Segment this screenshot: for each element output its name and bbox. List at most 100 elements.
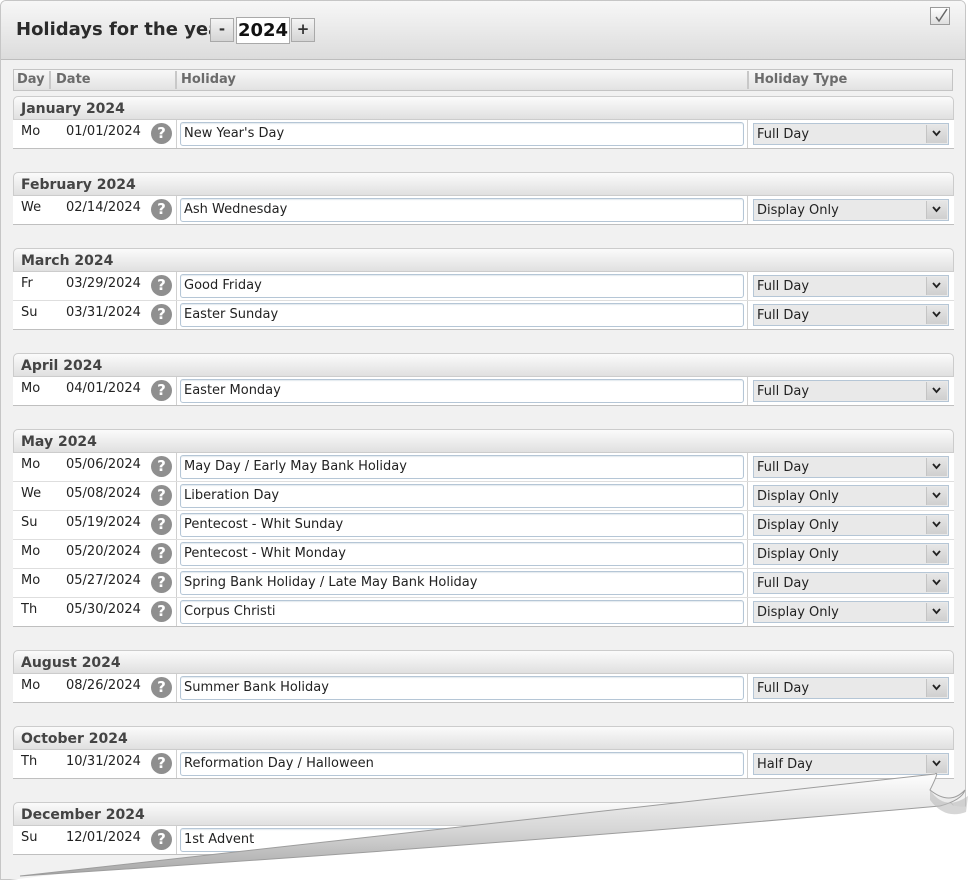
column-headers: Day Date Holiday Holiday Type <box>13 69 953 91</box>
column-header-holiday-type: Holiday Type <box>754 72 848 87</box>
help-icon[interactable]: ? <box>151 456 172 477</box>
holiday-name-input[interactable]: Easter Sunday <box>180 303 744 327</box>
chevron-down-icon[interactable] <box>926 125 947 143</box>
holiday-type-select[interactable]: Display Only <box>753 543 949 565</box>
holiday-name-input[interactable]: May Day / Early May Bank Holiday <box>180 455 744 479</box>
holiday-row: Th 10/31/2024? Reformation Day / Halloween… <box>13 750 954 779</box>
date-cell: 12/01/2024 <box>66 830 141 845</box>
column-divider <box>747 750 748 778</box>
holiday-type-select[interactable]: Full Day <box>753 275 949 297</box>
holiday-type-select[interactable]: Display Only <box>753 199 949 221</box>
holiday-name-input[interactable]: New Year's Day <box>180 122 744 146</box>
holiday-type-select[interactable]: Full Day <box>753 123 949 145</box>
year-increment-button[interactable]: + <box>291 18 315 42</box>
holiday-type-select[interactable]: Full Day <box>753 572 949 594</box>
checkbox-check-icon[interactable] <box>930 7 950 25</box>
holiday-type-select[interactable]: Full Day <box>753 456 949 478</box>
date-cell: 05/30/2024 <box>66 602 141 617</box>
holiday-row: Mo 05/27/2024? Spring Bank Holiday / Late … <box>13 569 954 598</box>
holiday-type-value: Full Day <box>757 681 810 696</box>
holiday-name-input[interactable]: Corpus Christi <box>180 600 744 624</box>
holiday-row: Su 12/01/2024? 1st Advent <box>13 826 954 855</box>
chevron-down-icon[interactable] <box>926 574 947 592</box>
holiday-type-select[interactable] <box>753 829 949 851</box>
holiday-name-input[interactable]: Liberation Day <box>180 484 744 508</box>
holiday-name-input[interactable]: Summer Bank Holiday <box>180 676 744 700</box>
holiday-name-input[interactable]: Spring Bank Holiday / Late May Bank Holi… <box>180 571 744 595</box>
chevron-down-icon[interactable] <box>926 201 947 219</box>
holiday-type-select[interactable]: Display Only <box>753 601 949 623</box>
day-cell: Su <box>21 515 38 530</box>
holiday-name-input[interactable]: Good Friday <box>180 274 744 298</box>
chevron-down-icon[interactable] <box>926 458 947 476</box>
help-icon[interactable]: ? <box>151 380 172 401</box>
chevron-down-icon[interactable] <box>926 755 947 773</box>
holiday-name-input[interactable]: Reformation Day / Halloween <box>180 752 744 776</box>
holiday-name-input[interactable]: Ash Wednesday <box>180 198 744 222</box>
year-decrement-button[interactable]: - <box>210 18 234 42</box>
holiday-type-value: Display Only <box>757 203 839 218</box>
help-icon[interactable]: ? <box>151 304 172 325</box>
holiday-type-select[interactable]: Full Day <box>753 380 949 402</box>
column-divider <box>747 826 748 854</box>
day-cell: Mo <box>21 124 41 139</box>
holiday-type-value: Full Day <box>757 576 810 591</box>
column-divider <box>176 826 177 854</box>
help-icon[interactable]: ? <box>151 572 172 593</box>
holiday-row: Th 05/30/2024? Corpus Christi Display Only <box>13 598 954 627</box>
chevron-down-icon[interactable] <box>926 679 947 697</box>
help-icon[interactable]: ? <box>151 123 172 144</box>
help-icon[interactable]: ? <box>151 199 172 220</box>
chevron-down-icon[interactable] <box>926 277 947 295</box>
column-divider[interactable] <box>175 71 177 89</box>
column-divider <box>747 301 748 329</box>
date-cell: 03/31/2024 <box>66 305 141 320</box>
day-cell: Mo <box>21 381 41 396</box>
chevron-down-icon[interactable] <box>926 516 947 534</box>
chevron-down-icon[interactable] <box>926 382 947 400</box>
day-cell: Mo <box>21 544 41 559</box>
help-icon[interactable]: ? <box>151 275 172 296</box>
holiday-type-select[interactable]: Half Day <box>753 753 949 775</box>
month-header: March 2024 <box>13 248 954 272</box>
holiday-name-input[interactable]: Pentecost - Whit Monday <box>180 542 744 566</box>
holiday-type-select[interactable]: Full Day <box>753 677 949 699</box>
column-divider <box>747 272 748 300</box>
help-icon[interactable]: ? <box>151 514 172 535</box>
holiday-type-value: Display Only <box>757 489 839 504</box>
chevron-down-icon[interactable] <box>926 487 947 505</box>
holiday-type-select[interactable]: Full Day <box>753 304 949 326</box>
page-title: Holidays for the year <box>16 19 230 40</box>
month-header: August 2024 <box>13 650 954 674</box>
date-cell: 05/19/2024 <box>66 515 141 530</box>
help-icon[interactable]: ? <box>151 543 172 564</box>
column-header-date: Date <box>56 72 91 87</box>
help-icon[interactable]: ? <box>151 829 172 850</box>
help-icon[interactable]: ? <box>151 677 172 698</box>
month-group: December 2024 Su 12/01/2024? 1st Advent <box>13 802 954 855</box>
date-cell: 08/26/2024 <box>66 678 141 693</box>
holiday-name-input[interactable]: Pentecost - Whit Sunday <box>180 513 744 537</box>
holiday-type-select[interactable]: Display Only <box>753 485 949 507</box>
column-divider[interactable] <box>49 71 51 89</box>
column-divider[interactable] <box>747 71 749 89</box>
chevron-down-icon[interactable] <box>926 831 947 849</box>
holiday-name-input[interactable]: 1st Advent <box>180 828 744 852</box>
holiday-row: Su 03/31/2024? Easter Sunday Full Day <box>13 301 954 330</box>
date-cell: 03/29/2024 <box>66 276 141 291</box>
help-icon[interactable]: ? <box>151 753 172 774</box>
help-icon[interactable]: ? <box>151 601 172 622</box>
column-divider <box>176 453 177 481</box>
month-header: February 2024 <box>13 172 954 196</box>
holiday-type-select[interactable]: Display Only <box>753 514 949 536</box>
month-group: January 2024 Mo 01/01/2024? New Year's Day F… <box>13 96 954 149</box>
holidays-panel: Holidays for the year - 2024 + Day Date … <box>0 0 966 880</box>
chevron-down-icon[interactable] <box>926 545 947 563</box>
holiday-row: Mo 05/06/2024? May Day / Early May Bank Ho… <box>13 453 954 482</box>
date-cell: 05/20/2024 <box>66 544 141 559</box>
chevron-down-icon[interactable] <box>926 306 947 324</box>
help-icon[interactable]: ? <box>151 485 172 506</box>
holiday-name-input[interactable]: Easter Monday <box>180 379 744 403</box>
day-cell: We <box>21 200 42 215</box>
chevron-down-icon[interactable] <box>926 603 947 621</box>
